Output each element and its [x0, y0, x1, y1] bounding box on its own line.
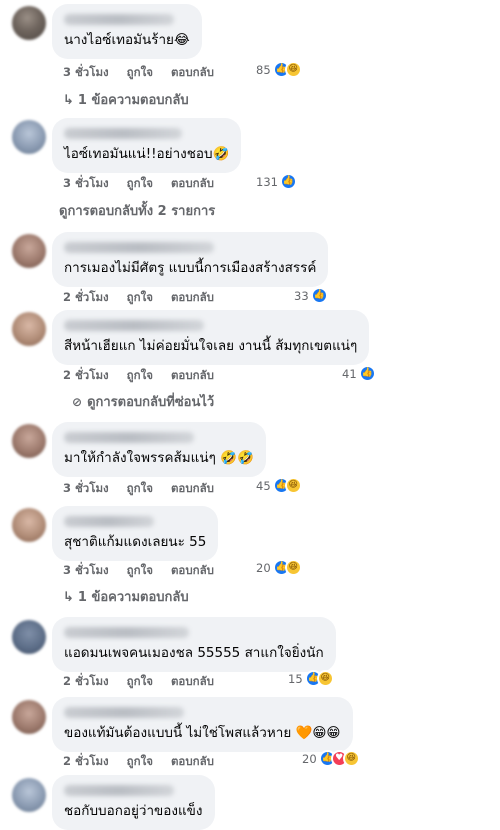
avatar[interactable]	[12, 424, 46, 458]
haha-reaction-icon: 😆	[284, 61, 302, 78]
comment-text: แอดมนเพจคนเมองชล 55555 สาแกใจยิ่งนัก	[64, 645, 324, 661]
avatar[interactable]	[12, 6, 46, 40]
comment-actions: 2 ชั่วโมง ถูกใจ ตอบกลับ	[63, 673, 228, 691]
avatar[interactable]	[12, 778, 46, 812]
comment-text: สีหน้าเฮียแก ไม่ค่อยมั่นใจเลย งานนี้ ส้ม…	[64, 338, 358, 354]
reaction-count: 85	[256, 62, 271, 77]
reply-button[interactable]: ตอบกลับ	[171, 65, 214, 79]
like-reaction-icon: 👍	[310, 287, 328, 304]
comment-text: ชอกับบอกอยู่ว่าของแข็ง	[64, 803, 203, 819]
commenter-name-blurred[interactable]	[64, 14, 174, 25]
timestamp[interactable]: 3 ชั่วโมง	[63, 481, 109, 495]
timestamp[interactable]: 2 ชั่วโมง	[63, 290, 109, 304]
reaction-summary[interactable]: 20 👍 ♥ 😆	[302, 750, 360, 767]
timestamp[interactable]: 3 ชั่วโมง	[63, 176, 109, 190]
commenter-name-blurred[interactable]	[64, 128, 182, 139]
timestamp[interactable]: 2 ชั่วโมง	[63, 674, 109, 688]
reply-button[interactable]: ตอบกลับ	[171, 754, 214, 768]
haha-reaction-icon: 😆	[284, 477, 302, 494]
like-reaction-icon: 👍	[358, 365, 376, 382]
comment-text: การเมองไม่มีศัตรู แบบนี้การเมืองสร้างสรร…	[64, 260, 317, 276]
comment-text: ไอซ์เทอมันแน่!!อย่างชอบ🤣	[64, 146, 230, 162]
reaction-count: 20	[256, 560, 271, 575]
reaction-summary[interactable]: 45 👍 😆	[256, 477, 302, 494]
comment-bubble: ชอกับบอกอยู่ว่าของแข็ง	[52, 775, 215, 830]
haha-reaction-icon: 😆	[316, 670, 334, 687]
comment-text: ของแท้มันต้องแบบนี้ ไม่ใช่โพสแล้วหาย 🧡😁😁	[64, 725, 341, 741]
reaction-summary[interactable]: 33 👍	[294, 287, 328, 304]
avatar[interactable]	[12, 234, 46, 268]
reply-button[interactable]: ตอบกลับ	[171, 176, 214, 190]
comment-bubble: สุชาติแก้มแดงเลยนะ 55	[52, 506, 219, 561]
reaction-count: 15	[288, 671, 303, 686]
avatar[interactable]	[12, 312, 46, 346]
like-button[interactable]: ถูกใจ	[127, 481, 153, 495]
view-replies-link[interactable]: ↳ 1 ข้อความตอบกลับ	[63, 89, 189, 110]
comment-actions: 2 ชั่วโมง ถูกใจ ตอบกลับ	[63, 289, 228, 307]
comment-actions: 3 ชั่วโมง ถูกใจ ตอบกลับ	[63, 562, 228, 580]
reaction-count: 33	[294, 288, 309, 303]
avatar[interactable]	[12, 700, 46, 734]
timestamp[interactable]: 2 ชั่วโมง	[63, 754, 109, 768]
reaction-count: 131	[256, 174, 278, 189]
reply-button[interactable]: ตอบกลับ	[171, 481, 214, 495]
reply-button[interactable]: ตอบกลับ	[171, 368, 214, 382]
comment-actions: 2 ชั่วโมง ถูกใจ ตอบกลับ	[63, 753, 228, 771]
reaction-count: 45	[256, 478, 271, 493]
like-button[interactable]: ถูกใจ	[127, 674, 153, 688]
timestamp[interactable]: 3 ชั่วโมง	[63, 563, 109, 577]
commenter-name-blurred[interactable]	[64, 516, 154, 527]
reply-arrow-icon: ↳	[63, 590, 74, 605]
like-reaction-icon: 👍	[279, 173, 297, 190]
comment-bubble: แอดมนเพจคนเมองชล 55555 สาแกใจยิ่งนัก	[52, 617, 336, 672]
reaction-summary[interactable]: 85 👍 😆	[256, 61, 302, 78]
hidden-eye-icon: ⊘	[72, 395, 83, 409]
reaction-count: 41	[342, 366, 357, 381]
avatar[interactable]	[12, 120, 46, 154]
haha-reaction-icon: 😆	[284, 559, 302, 576]
like-button[interactable]: ถูกใจ	[127, 368, 153, 382]
comment-bubble: การเมองไม่มีศัตรู แบบนี้การเมืองสร้างสรร…	[52, 232, 329, 287]
reaction-summary[interactable]: 20 👍 😆	[256, 559, 302, 576]
comment-bubble: ของแท้มันต้องแบบนี้ ไม่ใช่โพสแล้วหาย 🧡😁😁	[52, 697, 353, 752]
like-button[interactable]: ถูกใจ	[127, 754, 153, 768]
comment-bubble: สีหน้าเฮียแก ไม่ค่อยมั่นใจเลย งานนี้ ส้ม…	[52, 310, 370, 365]
comment-actions: 3 ชั่วโมง ถูกใจ ตอบกลับ	[63, 175, 228, 193]
reply-button[interactable]: ตอบกลับ	[171, 674, 214, 688]
commenter-name-blurred[interactable]	[64, 627, 189, 638]
timestamp[interactable]: 2 ชั่วโมง	[63, 368, 109, 382]
like-button[interactable]: ถูกใจ	[127, 176, 153, 190]
comment-text: สุชาติแก้มแดงเลยนะ 55	[64, 534, 207, 550]
comment-bubble: มาให้กำลังใจพรรคส้มแน่ๆ 🤣🤣	[52, 422, 266, 477]
commenter-name-blurred[interactable]	[64, 707, 184, 718]
commenter-name-blurred[interactable]	[64, 320, 204, 331]
reply-arrow-icon: ↳	[63, 93, 74, 108]
comment-text: มาให้กำลังใจพรรคส้มแน่ๆ 🤣🤣	[64, 450, 254, 466]
commenter-name-blurred[interactable]	[64, 432, 194, 443]
like-button[interactable]: ถูกใจ	[127, 290, 153, 304]
comment-text: นางไอซ์เทอมันร้าย😂	[64, 32, 190, 48]
reaction-summary[interactable]: 15 👍 😆	[288, 670, 334, 687]
commenter-name-blurred[interactable]	[64, 785, 174, 796]
view-replies-link[interactable]: ดูการตอบกลับทั้ง 2 รายการ	[59, 200, 215, 221]
commenter-name-blurred[interactable]	[64, 242, 214, 253]
view-replies-link[interactable]: ↳ 1 ข้อความตอบกลับ	[63, 586, 189, 607]
reply-button[interactable]: ตอบกลับ	[171, 563, 214, 577]
reaction-count: 20	[302, 751, 317, 766]
reaction-summary[interactable]: 131 👍	[256, 173, 297, 190]
comment-actions: 3 ชั่วโมง ถูกใจ ตอบกลับ	[63, 64, 228, 82]
like-button[interactable]: ถูกใจ	[127, 563, 153, 577]
reaction-summary[interactable]: 41 👍	[342, 365, 376, 382]
avatar[interactable]	[12, 508, 46, 542]
like-button[interactable]: ถูกใจ	[127, 65, 153, 79]
comment-actions: 2 ชั่วโมง ถูกใจ ตอบกลับ	[63, 367, 228, 385]
haha-reaction-icon: 😆	[342, 750, 360, 767]
comment-bubble: นางไอซ์เทอมันร้าย😂	[52, 4, 202, 59]
timestamp[interactable]: 3 ชั่วโมง	[63, 65, 109, 79]
comment-bubble: ไอซ์เทอมันแน่!!อย่างชอบ🤣	[52, 118, 242, 173]
comment-actions: 3 ชั่วโมง ถูกใจ ตอบกลับ	[63, 480, 228, 498]
avatar[interactable]	[12, 620, 46, 654]
reply-button[interactable]: ตอบกลับ	[171, 290, 214, 304]
view-hidden-replies-link[interactable]: ⊘ ดูการตอบกลับที่ซ่อนไว้	[72, 391, 214, 412]
